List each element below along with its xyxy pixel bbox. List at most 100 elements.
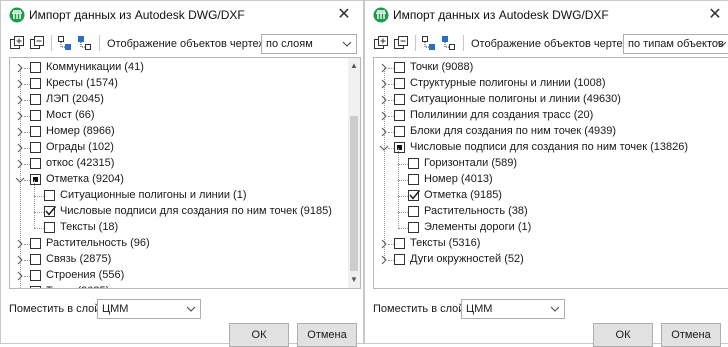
tree-checkbox[interactable]: [394, 62, 405, 73]
tree-checkbox[interactable]: [30, 142, 41, 153]
tree-checkbox[interactable]: [394, 254, 405, 265]
toolbar-separator: [463, 35, 464, 51]
chevron-right-icon[interactable]: [378, 92, 390, 108]
chevron-right-icon[interactable]: [14, 268, 26, 284]
cancel-button[interactable]: Отмена: [297, 323, 357, 347]
tree-checkbox[interactable]: [30, 174, 41, 185]
tree-checkbox[interactable]: [30, 270, 41, 281]
collapse-all-icon[interactable]: [29, 35, 45, 51]
tree-checkbox[interactable]: [44, 206, 57, 217]
chevron-right-icon[interactable]: [378, 76, 390, 92]
chevron-right-icon[interactable]: [14, 60, 26, 76]
chevron-right-icon[interactable]: [14, 108, 26, 124]
tree-child-node[interactable]: Ситуационные полигоны и линии (1): [10, 180, 360, 204]
chevron-right-icon[interactable]: [14, 76, 26, 92]
tree-child-node[interactable]: Тексты (18): [10, 212, 360, 236]
ok-button[interactable]: ОК: [593, 323, 653, 347]
tree-node[interactable]: Тексты (5316): [374, 236, 728, 252]
tree-node[interactable]: Отметка (9204): [10, 172, 360, 188]
tree-checkbox[interactable]: [394, 94, 405, 105]
tree-node[interactable]: Кресты (1574): [10, 76, 360, 92]
tree-checkbox[interactable]: [394, 238, 405, 249]
tree-node[interactable]: ЛЭП (2045): [10, 92, 360, 108]
expand-all-icon[interactable]: [9, 35, 25, 51]
tree-checkbox[interactable]: [30, 286, 41, 288]
chevron-right-icon[interactable]: [378, 252, 390, 268]
tree-checkbox[interactable]: [394, 78, 405, 89]
target-layer-select[interactable]: ЦММ: [461, 299, 565, 319]
tree-child-node[interactable]: Горизонтали (589): [374, 148, 728, 172]
tree-node[interactable]: Ситуационные полигоны и линии (49630): [374, 92, 728, 108]
tree-checkbox[interactable]: [30, 78, 41, 89]
uncheck-all-icon[interactable]: [77, 35, 93, 51]
chevron-right-icon[interactable]: [14, 124, 26, 140]
cancel-button[interactable]: Отмена: [661, 323, 721, 347]
chevron-right-icon[interactable]: [378, 236, 390, 252]
tree-node[interactable]: Дуги окружностей (52): [374, 252, 728, 268]
tree-node[interactable]: Точки (9085): [10, 284, 360, 289]
tree-node-label: Отметка (9185): [424, 189, 502, 201]
display-mode-value: по типам объектов: [628, 38, 724, 50]
chevron-right-icon[interactable]: [378, 124, 390, 140]
tree-node[interactable]: Структурные полигоны и линии (1008): [374, 76, 728, 92]
tree-child-node[interactable]: Номер (4013): [374, 164, 728, 188]
ok-button[interactable]: ОК: [229, 323, 289, 347]
chevron-right-icon[interactable]: [378, 60, 390, 76]
tree-checkbox[interactable]: [408, 206, 419, 217]
tree-node[interactable]: Мост (66): [10, 108, 360, 124]
tree-checkbox[interactable]: [408, 158, 419, 169]
tree-checkbox[interactable]: [394, 126, 405, 137]
tree-node[interactable]: Коммуникации (41): [10, 60, 360, 76]
tree-checkbox[interactable]: [44, 190, 55, 201]
tree-child-node[interactable]: Растительность (38): [374, 196, 728, 220]
tree-node[interactable]: Ограды (102): [10, 140, 360, 156]
tree-node-label: Числовые подписи для создания по ним точ…: [410, 141, 689, 153]
tree-checkbox[interactable]: [30, 126, 41, 137]
chevron-down-icon[interactable]: [378, 140, 390, 156]
uncheck-all-icon[interactable]: [441, 35, 457, 51]
collapse-all-icon[interactable]: [393, 35, 409, 51]
tree-checkbox[interactable]: [408, 222, 419, 233]
tree-checkbox[interactable]: [394, 110, 405, 121]
close-button[interactable]: ✕: [704, 5, 726, 25]
tree-checkbox[interactable]: [44, 222, 55, 233]
display-mode-select[interactable]: по слоям: [261, 34, 357, 54]
chevron-right-icon[interactable]: [14, 92, 26, 108]
chevron-right-icon[interactable]: [14, 284, 26, 289]
display-mode-select[interactable]: по типам объектов: [623, 34, 728, 54]
tree-checkbox[interactable]: [30, 254, 41, 265]
tree-child-node[interactable]: Отметка (9185): [374, 180, 728, 204]
tree-child-node[interactable]: Числовые подписи для создания по ним точ…: [10, 196, 360, 220]
check-all-icon[interactable]: [57, 35, 73, 51]
chevron-down-icon[interactable]: [14, 172, 26, 188]
tree-node[interactable]: Полилинии для создания трасс (20): [374, 108, 728, 124]
chevron-right-icon[interactable]: [14, 140, 26, 156]
tree-checkbox[interactable]: [408, 174, 419, 185]
tree-checkbox[interactable]: [408, 190, 421, 201]
close-button[interactable]: ✕: [333, 5, 355, 25]
tree-node[interactable]: Растительность (96): [10, 236, 360, 252]
tree-checkbox[interactable]: [394, 142, 405, 153]
tree-connector: [398, 212, 399, 228]
tree-node[interactable]: Числовые подписи для создания по ним точ…: [374, 140, 728, 156]
tree-checkbox[interactable]: [30, 94, 41, 105]
tree-node[interactable]: Блоки для создания по ним точек (4939): [374, 124, 728, 140]
expand-all-icon[interactable]: [373, 35, 389, 51]
tree-checkbox[interactable]: [30, 62, 41, 73]
check-all-icon[interactable]: [421, 35, 437, 51]
chevron-right-icon[interactable]: [14, 156, 26, 172]
tree-node[interactable]: Точки (9088): [374, 60, 728, 76]
tree-child-node[interactable]: Элементы дороги (1): [374, 212, 728, 236]
chevron-right-icon[interactable]: [14, 236, 26, 252]
tree-node[interactable]: Связь (2875): [10, 252, 360, 268]
tree-node[interactable]: откос (42315): [10, 156, 360, 172]
tree-checkbox[interactable]: [30, 238, 41, 249]
chevron-right-icon[interactable]: [14, 252, 26, 268]
tree-node[interactable]: Строения (556): [10, 268, 360, 284]
tree-node[interactable]: Номер (8966): [10, 124, 360, 140]
target-layer-select[interactable]: ЦММ: [97, 299, 201, 319]
tree-node-label: Ситуационные полигоны и линии (49630): [410, 93, 621, 105]
chevron-right-icon[interactable]: [378, 108, 390, 124]
tree-checkbox[interactable]: [30, 110, 41, 121]
tree-checkbox[interactable]: [30, 158, 41, 169]
